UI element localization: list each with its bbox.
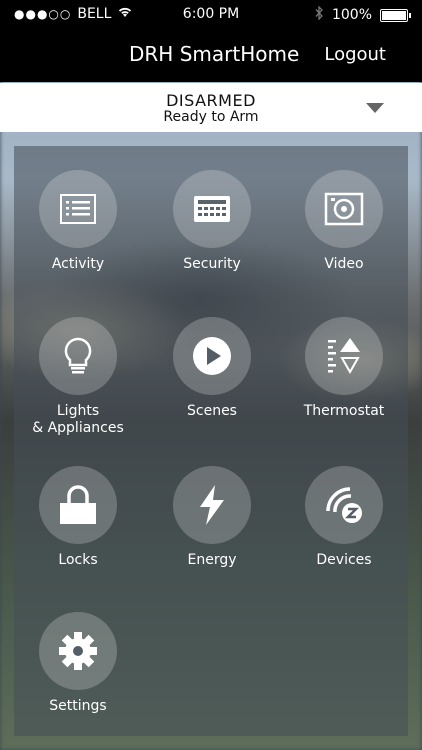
tile-settings[interactable]: Settings [18, 612, 138, 732]
tile-label-thermostat: Thermostat [303, 403, 385, 419]
devices-button[interactable] [305, 466, 383, 544]
settings-button[interactable] [39, 612, 117, 690]
battery-icon [380, 8, 411, 22]
tile-label-lights-appliances: Lights & Appliances [18, 403, 138, 437]
keypad-icon [194, 196, 230, 222]
tile-energy[interactable]: Energy [152, 466, 272, 586]
status-bar: ●●●○○ BELL 6:00 PM 100% [0, 0, 422, 28]
thermostat-icon [328, 338, 360, 375]
tile-thermostat[interactable]: Thermostat [284, 317, 404, 437]
energy-button[interactable] [173, 466, 251, 544]
tile-label-lights-line2: & Appliances [32, 420, 124, 436]
status-bar-right: 100% [315, 5, 411, 24]
tile-video[interactable]: Video [284, 170, 404, 290]
battery-percent: 100% [331, 7, 372, 23]
list-icon [60, 194, 96, 224]
tile-label-security: Security [183, 256, 241, 272]
menu-panel: Activity Security Video Lights & Applian… [14, 146, 408, 736]
camera-icon [324, 192, 364, 226]
lights-appliances-button[interactable] [39, 317, 117, 395]
tile-locks[interactable]: Locks [18, 466, 138, 586]
lightbulb-icon [64, 337, 92, 374]
tile-label-settings: Settings [49, 698, 107, 714]
tile-label-scenes: Scenes [187, 403, 237, 419]
scenes-button[interactable] [173, 317, 251, 395]
activity-button[interactable] [39, 170, 117, 248]
play-icon [193, 337, 231, 375]
lock-icon [60, 485, 96, 524]
bluetooth-icon [315, 5, 324, 24]
logout-button[interactable]: Logout [324, 44, 386, 65]
tile-label-locks: Locks [58, 552, 98, 568]
tile-label-devices: Devices [316, 552, 372, 568]
lightning-icon [200, 485, 224, 525]
gear-icon [59, 632, 97, 670]
chevron-down-icon[interactable] [366, 103, 384, 113]
thermostat-button[interactable] [305, 317, 383, 395]
security-status-dropdown[interactable]: DISARMED Ready to Arm [0, 83, 422, 132]
tile-label-activity: Activity [51, 256, 105, 272]
nav-bar: DRH SmartHome Logout [0, 28, 422, 82]
tile-devices[interactable]: Devices [284, 466, 404, 586]
security-button[interactable] [173, 170, 251, 248]
tile-scenes[interactable]: Scenes [152, 317, 272, 437]
security-subtitle: Ready to Arm [163, 109, 259, 125]
tile-security[interactable]: Security [152, 170, 272, 290]
security-state: DISARMED [166, 91, 256, 110]
tile-label-video: Video [324, 256, 364, 272]
tile-lights-appliances[interactable]: Lights & Appliances [18, 317, 138, 437]
video-button[interactable] [305, 170, 383, 248]
zwave-icon [326, 487, 362, 523]
tile-label-energy: Energy [187, 552, 237, 568]
tile-activity[interactable]: Activity [18, 170, 138, 290]
tile-label-lights-line1: Lights [56, 403, 100, 419]
app-title: DRH SmartHome [129, 42, 300, 66]
locks-button[interactable] [39, 466, 117, 544]
